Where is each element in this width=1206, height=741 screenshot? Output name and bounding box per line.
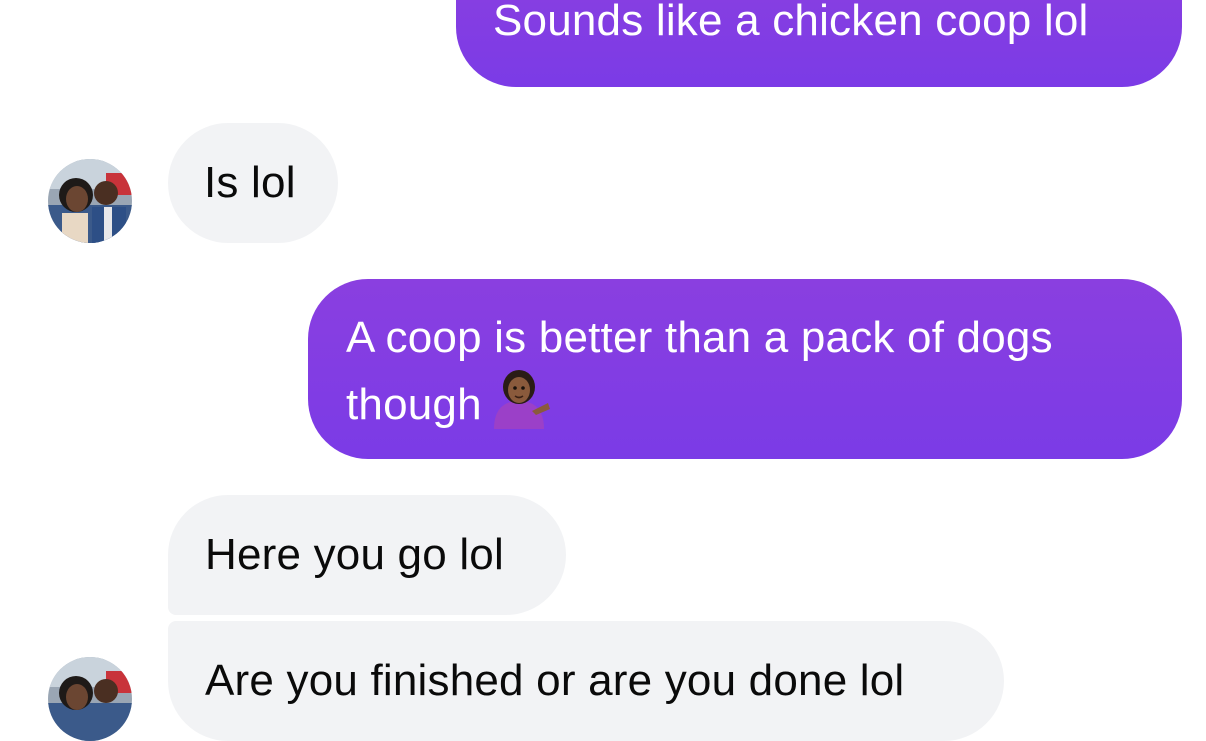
message-bubble-incoming[interactable]: Here you go lol [168,495,566,615]
message-text: Sounds like a chicken coop lol [493,0,1089,45]
message-bubble-outgoing[interactable]: Sounds like a chicken coop lol [456,0,1182,87]
message-text-line: though [346,367,1182,444]
message-bubble-incoming[interactable]: Are you finished or are you done lol [168,621,1004,741]
contact-avatar[interactable] [48,657,132,741]
message-text: Are you finished or are you done lol [205,656,905,705]
message-text: Is lol [204,158,296,207]
message-bubble-incoming[interactable]: Is lol [168,123,338,243]
message-bubble-outgoing[interactable]: A coop is better than a pack of dogs tho… [308,279,1182,459]
message-text: Here you go lol [205,530,504,579]
contact-avatar[interactable] [48,159,132,243]
woman-tipping-hand-icon [488,367,550,444]
message-text-line: A coop is better than a pack of dogs [346,313,1053,362]
